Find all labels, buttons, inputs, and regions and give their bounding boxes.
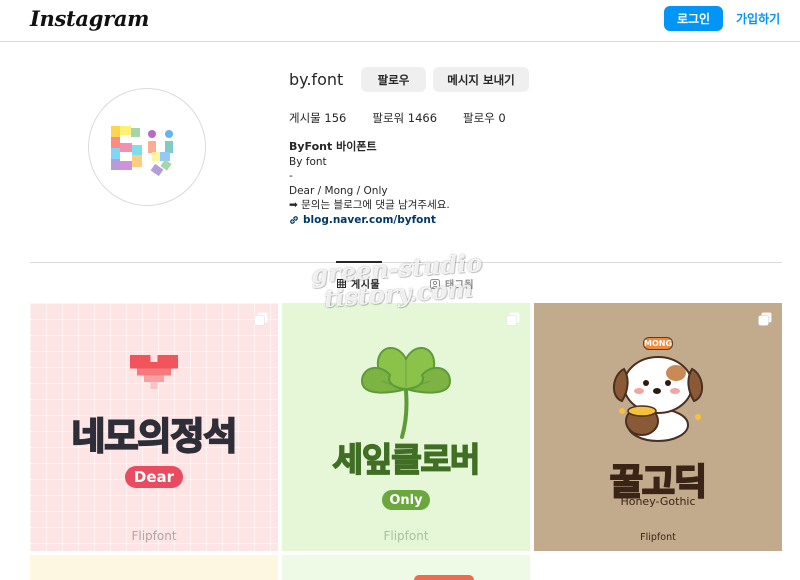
post-preview-shape: [414, 575, 474, 580]
multiple-images-icon: [506, 312, 520, 326]
post-tile[interactable]: MONG 꿀고딕 Honey-Gothic Flipfont: [534, 303, 782, 551]
following-count[interactable]: 팔로우 0: [463, 110, 506, 126]
bio-line: -: [289, 170, 293, 182]
post-tile[interactable]: [30, 555, 278, 580]
multiple-images-icon: [758, 312, 772, 326]
bio-link[interactable]: blog.naver.com/byfont: [289, 213, 450, 228]
mong-badge: MONG: [643, 337, 673, 350]
tabs-divider: [30, 262, 782, 263]
puppy-honey-icon: [613, 356, 703, 442]
profile-username: by.font: [289, 70, 344, 89]
message-button[interactable]: 메시지 보내기: [433, 67, 529, 92]
top-navbar: Instagram 로그인 가입하기: [0, 0, 800, 42]
bio-link-text[interactable]: blog.naver.com/byfont: [303, 213, 436, 228]
profile-stats: 게시물 156 팔로워 1466 팔로우 0: [289, 110, 532, 126]
tab-posts-label: 게시물: [351, 280, 381, 291]
login-button[interactable]: 로그인: [664, 6, 723, 31]
tab-posts[interactable]: 게시물: [337, 276, 380, 291]
post-title: 세잎클로버: [332, 439, 481, 480]
link-icon: [290, 215, 298, 224]
tagged-icon: [430, 278, 440, 289]
post-tile[interactable]: [534, 555, 782, 580]
post-subtitle: Honey-Gothic: [620, 495, 696, 508]
instagram-logo[interactable]: Instagram: [30, 6, 149, 31]
post-tile[interactable]: 네모의정석 Dear Flipfont: [30, 303, 278, 551]
bio-line: ➡ 문의는 블로그에 댓글 남겨주세요.: [289, 199, 450, 211]
bio-line: By font: [289, 155, 327, 168]
multiple-images-icon: [254, 312, 268, 326]
post-title: 네모의정석: [70, 414, 238, 459]
clover-icon: [360, 347, 452, 439]
post-tile[interactable]: [282, 555, 530, 580]
active-tab-indicator: [336, 261, 382, 263]
post-footer: Flipfont: [640, 532, 676, 543]
signup-link[interactable]: 가입하기: [736, 10, 780, 27]
follow-button[interactable]: 팔로우: [361, 67, 426, 92]
pixel-heart-icon: [130, 355, 178, 389]
post-footer: Flipfont: [131, 529, 177, 543]
post-tile[interactable]: 세잎클로버 Only Flipfont: [282, 303, 530, 551]
post-badge: Dear: [125, 466, 183, 488]
profile-avatar[interactable]: [88, 88, 206, 206]
tab-tagged-label: 태그됨: [445, 280, 475, 291]
post-footer: Flipfont: [383, 529, 429, 543]
bio-line: Dear / Mong / Only: [289, 184, 388, 197]
grid-icon: [337, 279, 346, 288]
byfont-logo-icon: [111, 126, 173, 177]
post-badge: Only: [382, 490, 430, 510]
profile-bio: ByFont 바이폰트 By font - Dear / Mong / Only…: [289, 140, 450, 227]
posts-count: 게시물 156: [289, 111, 347, 125]
followers-count[interactable]: 팔로워 1466: [372, 110, 437, 126]
tab-tagged[interactable]: 태그됨: [430, 276, 474, 291]
bio-name: ByFont 바이폰트: [289, 140, 377, 153]
